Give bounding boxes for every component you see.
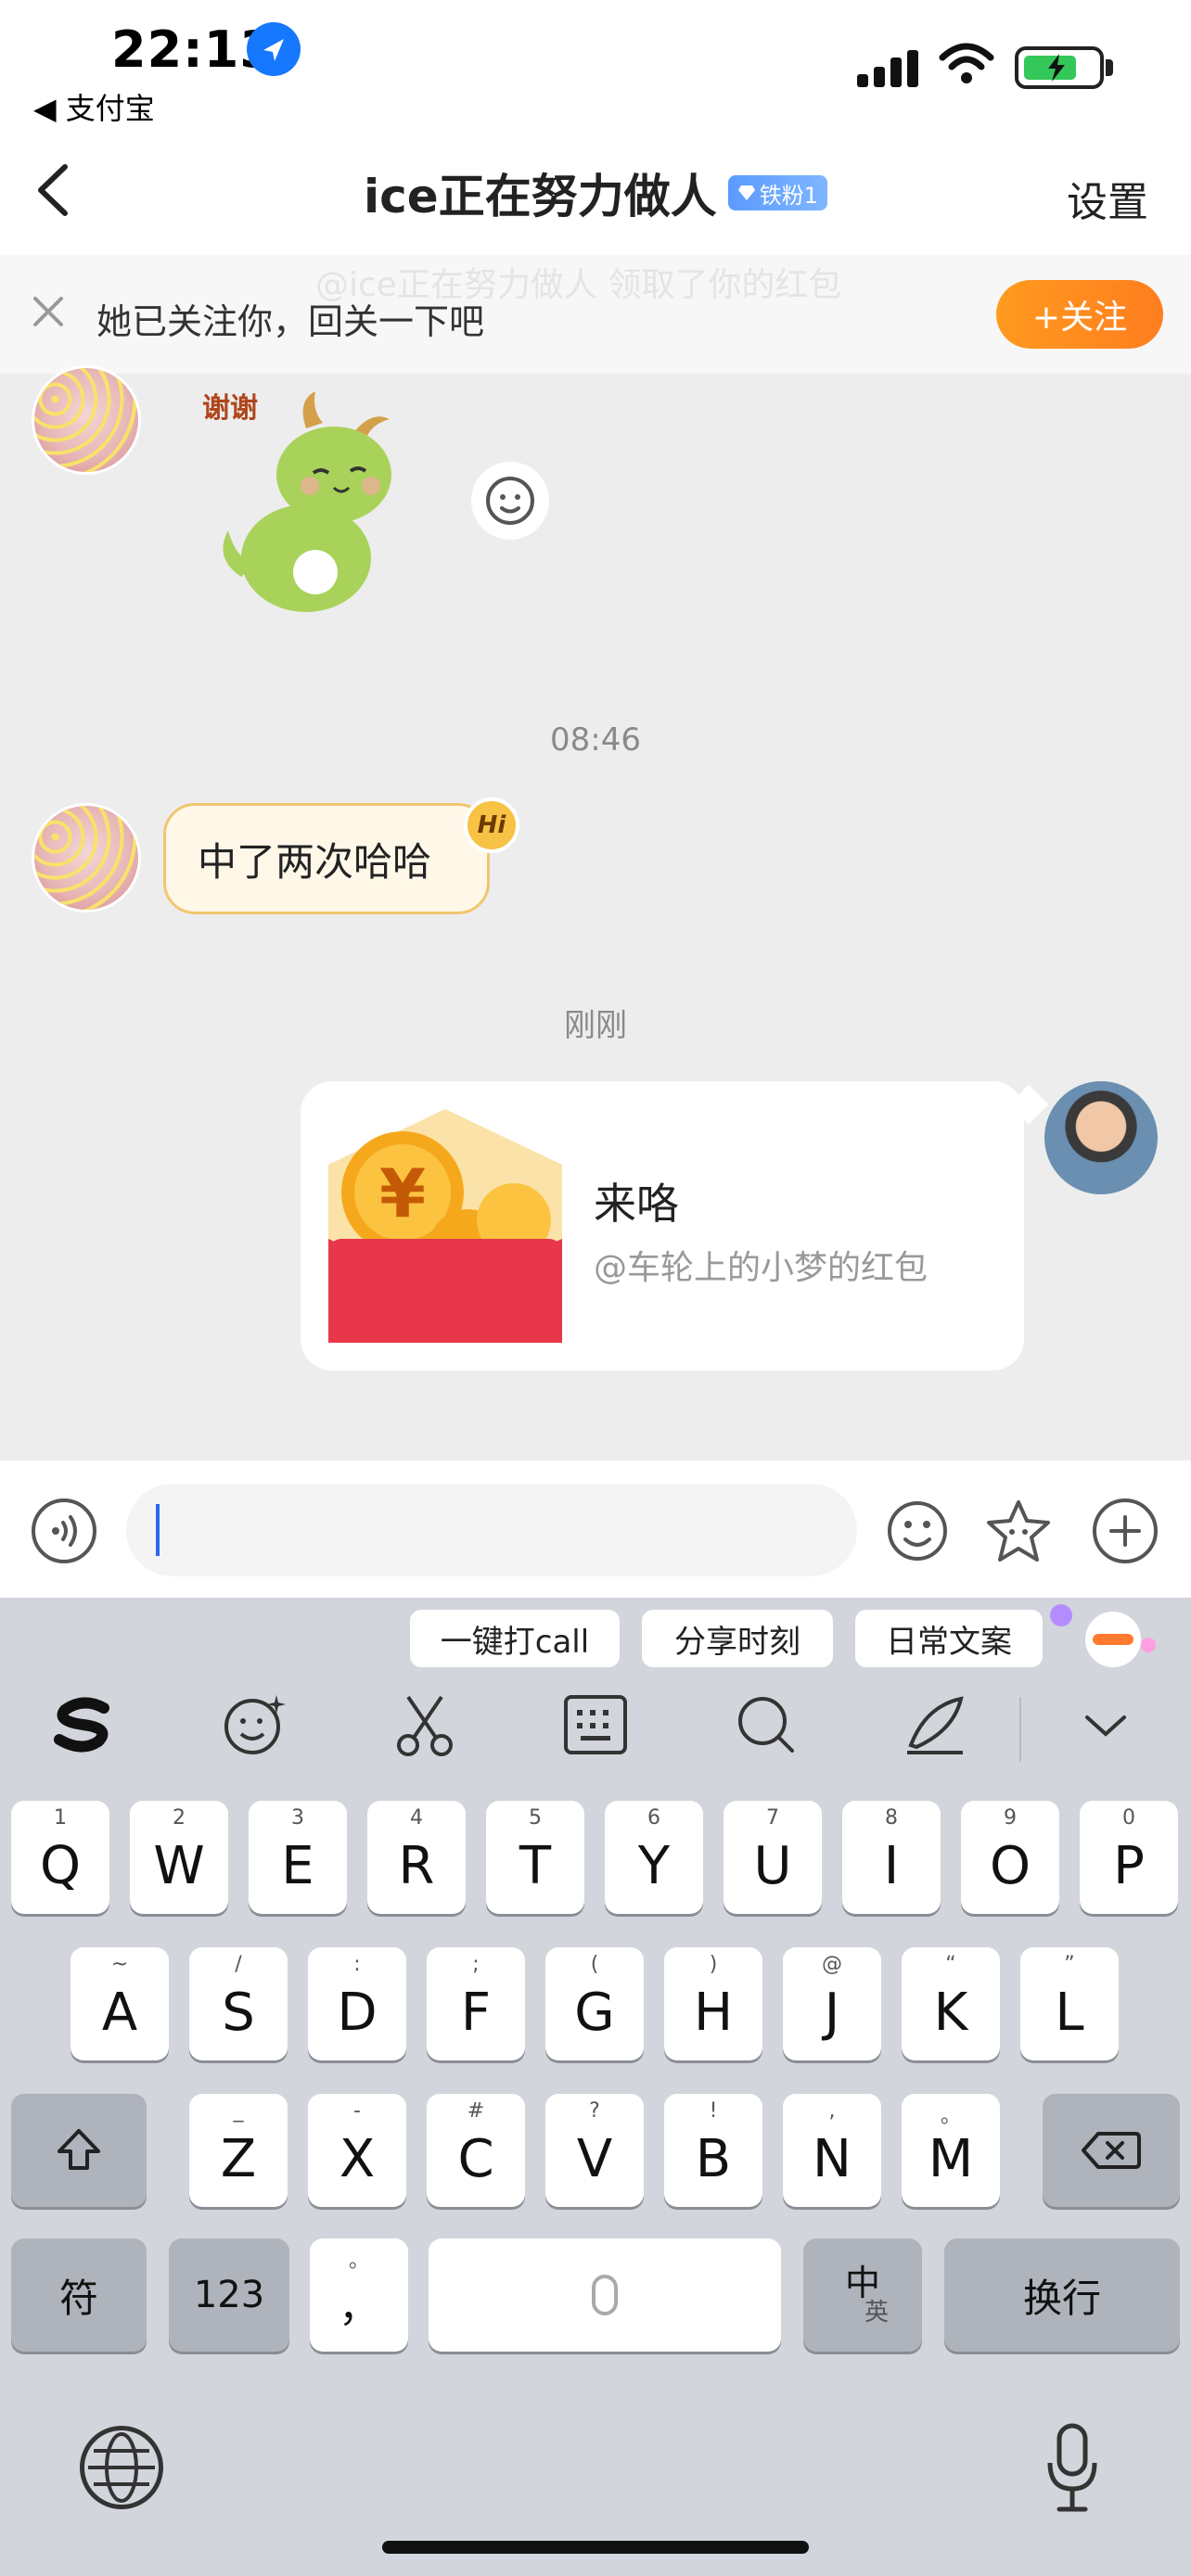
handwriting-pen-icon[interactable] [898,1688,972,1762]
fan-badge-label: 铁粉1 [759,182,818,209]
sogou-logo-icon[interactable] [46,1688,121,1762]
key-x[interactable]: -X [308,2094,406,2207]
plus-icon [1109,1515,1141,1547]
key-k[interactable]: “K [902,1947,1000,2060]
svg-text:¥: ¥ [379,1154,426,1232]
key-m[interactable]: 。 M [902,2094,1000,2207]
more-options-button[interactable] [1093,1498,1158,1563]
key-c[interactable]: # C [427,2094,525,2207]
dragon-thanks-sticker[interactable]: 谢谢 [195,382,408,623]
search-icon[interactable] [729,1688,803,1762]
text-caret [156,1504,160,1556]
emoji-reaction-icon [486,477,534,525]
language-switch-key[interactable]: 中 英 [803,2238,922,2352]
key-n[interactable]: ,N [783,2094,881,2207]
hi-badge: Hi [464,797,519,853]
nav-title-group: ice正在努力做人 铁粉1 [0,165,1191,223]
message-bubble[interactable]: 中了两次哈哈 [163,803,490,914]
scissors-icon[interactable] [388,1688,462,1762]
battery-icon [1015,46,1104,89]
key-w[interactable]: 2W [130,1801,228,1914]
sticker-reaction-button[interactable] [471,462,549,540]
microphone-icon [592,2275,618,2315]
follow-button[interactable]: +关注 [996,280,1163,349]
chevron-down-icon[interactable] [1069,1688,1143,1762]
wifi-icon [939,41,994,87]
key-h[interactable]: ) H [664,1947,762,2060]
home-indicator[interactable] [382,2541,809,2554]
key-f[interactable]: ; F [427,1947,525,2060]
diamond-icon [737,185,755,200]
sticker-button[interactable] [985,1498,1052,1563]
key-o[interactable]: 9O [961,1801,1059,1914]
lang-key-secondary: 英 [864,2299,889,2327]
number-key[interactable]: 123 [169,2238,289,2352]
key-s[interactable]: / S [189,1947,288,2060]
voice-input-button[interactable] [32,1498,96,1563]
smiley-icon [888,1501,947,1561]
toolbar-divider [1019,1697,1021,1762]
suggestion-chip[interactable]: 日常文案 [855,1610,1043,1667]
key-v[interactable]: ? V [545,2094,644,2207]
key-g[interactable]: (G [545,1947,644,2060]
cellular-signal-icon [855,48,922,89]
delete-key[interactable] [1043,2094,1180,2207]
symbol-key[interactable]: 符 [11,2238,147,2352]
key-e[interactable]: 3E [249,1801,347,1914]
dictation-mic-icon[interactable] [1046,2422,1098,2515]
suggestion-chip[interactable]: 分享时刻 [642,1610,833,1667]
follow-back-prompt: 她已关注你，回关一下吧 [96,301,485,342]
keyboard-mascot-icon[interactable] [1048,1602,1159,1673]
key-r[interactable]: 4R [367,1801,466,1914]
key-a[interactable]: ~ A [70,1947,169,2060]
star-face-icon [987,1500,1050,1562]
key-l[interactable]: ” L [1020,1947,1119,2060]
comma-key[interactable]: 。， [310,2238,408,2352]
message-timestamp: 08:46 [550,721,641,759]
suggestion-chip[interactable]: 一键打call [410,1610,620,1667]
key-b[interactable]: ! B [664,2094,762,2207]
fan-level-badge: 铁粉1 [727,175,827,210]
lang-key-primary: 中 [844,2263,880,2303]
message-text: 中了两次哈哈 [198,838,432,885]
key-d[interactable]: :D [308,1947,406,2060]
red-packet-subtitle: @车轮上的小梦的红包 [594,1249,928,1287]
sticker-caption: 谢谢 [202,393,258,424]
red-packet-title: 来咯 [594,1179,679,1229]
return-key[interactable]: 换行 [944,2238,1180,2352]
space-key[interactable] [429,2238,781,2352]
keyboard-icon[interactable] [558,1688,633,1762]
message-timestamp: 刚刚 [564,1007,627,1044]
backspace-icon [1082,2132,1141,2169]
shift-key[interactable] [11,2094,147,2207]
my-avatar[interactable] [1044,1081,1158,1194]
key-p[interactable]: 0P [1080,1801,1178,1914]
close-icon[interactable] [28,291,69,332]
key-t[interactable]: 5T [486,1801,584,1914]
location-arrow-icon [247,22,301,76]
key-i[interactable]: 8I [842,1801,941,1914]
message-input[interactable] [126,1484,857,1576]
emoji-sparkle-icon[interactable] [217,1688,291,1762]
key-z[interactable]: _ Z [189,2094,288,2207]
shift-arrow-icon [58,2129,100,2170]
key-y[interactable]: 6Y [605,1801,703,1914]
key-u[interactable]: 7U [724,1801,822,1914]
sound-wave-icon [52,1515,77,1547]
back-to-app-link[interactable]: ◀ 支付宝 [33,85,155,128]
avatar[interactable] [32,365,141,475]
key-q[interactable]: 1Q [11,1801,109,1914]
red-packet-icon: ¥ [328,1109,562,1343]
chat-title: ice正在努力做人 [364,170,717,223]
avatar[interactable] [32,803,141,912]
globe-icon[interactable] [80,2426,163,2509]
battery-tip [1106,59,1113,76]
emoji-button[interactable] [885,1498,950,1563]
key-j[interactable]: @ J [783,1947,881,2060]
settings-button[interactable]: 设置 [1067,169,1148,228]
